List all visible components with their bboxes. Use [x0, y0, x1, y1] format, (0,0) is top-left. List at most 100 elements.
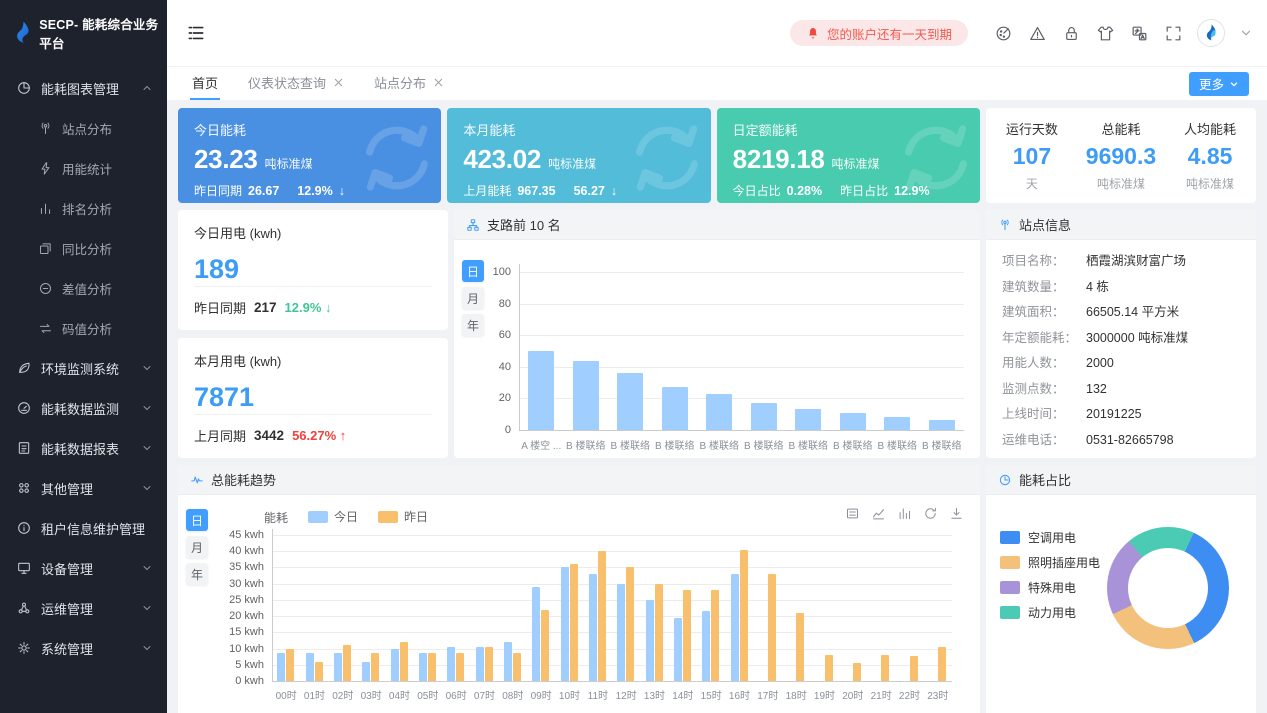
summary-item-unit: 天: [1006, 175, 1058, 192]
site-info-value: 132: [1086, 383, 1107, 396]
bar-昨日: [881, 655, 889, 681]
pie-legend-item-特殊用电[interactable]: 特殊用电: [1000, 575, 1100, 600]
y-axis-tick: 15 kwh: [212, 626, 264, 638]
kpi-card-value: 8219.18: [733, 144, 825, 175]
sidebar-subitem[interactable]: 同比分析: [0, 228, 167, 268]
account-expiry-alert[interactable]: 您的账户还有一天到期: [790, 20, 968, 46]
user-dropdown-chevron-icon[interactable]: [1239, 26, 1253, 40]
avatar[interactable]: [1197, 19, 1225, 47]
refresh-icon[interactable]: [923, 506, 938, 521]
y-axis-tick: 10 kwh: [212, 643, 264, 655]
period-toggle-日[interactable]: 日: [186, 509, 208, 531]
menu-collapse-icon[interactable]: [186, 23, 206, 43]
chevron-up-icon: [141, 82, 153, 94]
trend-period-toggles: 日月年: [186, 509, 208, 585]
topbar: 您的账户还有一天到期: [167, 0, 1267, 66]
sidebar-subitem-label: 站点分布: [62, 119, 112, 138]
legend-item-昨日[interactable]: 昨日: [378, 508, 428, 525]
sidebar-item[interactable]: 其他管理: [0, 468, 167, 508]
kpi-footer-value: 26.67: [248, 184, 279, 198]
bar: [840, 413, 866, 430]
bar-昨日: [400, 642, 408, 681]
kpi-footer-label: 今日占比: [733, 182, 781, 199]
legend-swatch: [1000, 556, 1020, 569]
sidebar-item[interactable]: 环境监测系统: [0, 348, 167, 388]
sidebar-item[interactable]: 设备管理: [0, 548, 167, 588]
sidebar-subitem[interactable]: 站点分布: [0, 108, 167, 148]
bar: [929, 420, 955, 430]
close-tab-icon[interactable]: [333, 77, 344, 88]
download-icon[interactable]: [949, 506, 964, 521]
chevron-down-icon: [141, 482, 153, 494]
branch-panel-title: 支路前 10 名: [487, 215, 561, 234]
branch-panel-header: 支路前 10 名: [454, 210, 980, 240]
sidebar-subitem[interactable]: 码值分析: [0, 308, 167, 348]
app-root: SECP- 能耗综合业务平台 能耗图表管理站点分布用能统计排名分析同比分析差值分…: [0, 0, 1267, 713]
usage-card-footer: 上月同期344256.27% ↑: [194, 415, 432, 445]
tab-label: 站点分布: [374, 73, 426, 92]
sidebar-item[interactable]: 能耗图表管理: [0, 68, 167, 108]
site-info-label: 上线时间：: [1002, 408, 1086, 421]
summary-item-unit: 吨标准煤: [1086, 175, 1156, 192]
summary-item-value: 107: [1006, 143, 1058, 170]
branch-top10-panel: 支路前 10 名 日月年 020406080100A 楼空 ...B 楼联络B …: [454, 210, 980, 458]
period-toggle-日[interactable]: 日: [462, 260, 484, 282]
pie-legend-item-照明插座用电[interactable]: 照明插座用电: [1000, 550, 1100, 575]
site-panel-title: 站点信息: [1019, 215, 1071, 234]
sidebar-item[interactable]: 运维管理: [0, 588, 167, 628]
linechart-icon[interactable]: [871, 506, 886, 521]
legend-label: 今日: [334, 508, 358, 525]
tab-仪表状态查询[interactable]: 仪表状态查询: [246, 67, 346, 100]
x-axis-tick: 18时: [782, 687, 810, 702]
pie-chart-icon: [16, 80, 32, 96]
bar-今日: [391, 649, 399, 681]
period-toggle-月[interactable]: 月: [462, 287, 484, 309]
lock-icon[interactable]: [1062, 24, 1081, 43]
sidebar-subitem[interactable]: 差值分析: [0, 268, 167, 308]
swap-icon: [38, 321, 53, 336]
tab-首页[interactable]: 首页: [190, 67, 220, 100]
usage-compare-value: 217: [254, 300, 277, 315]
sidebar-subitem[interactable]: 排名分析: [0, 188, 167, 228]
x-axis-tick: B 楼联络: [564, 437, 609, 452]
ops-icon: [16, 600, 32, 616]
kpi-card-value: 423.02: [463, 144, 541, 175]
energy-trend-panel: 总能耗趋势 日月年 能耗 今日昨日 0 kwh5 kwh10 kwh15 kwh…: [178, 465, 980, 713]
site-info-row: 运维电话：0531-82665798: [1002, 434, 1240, 447]
bar-昨日: [485, 647, 493, 681]
bar-昨日: [456, 653, 464, 681]
period-toggle-月[interactable]: 月: [186, 536, 208, 558]
sidebar-item[interactable]: 租户信息维护管理: [0, 508, 167, 548]
gridline: [272, 600, 952, 601]
barchart-icon[interactable]: [897, 506, 912, 521]
fullscreen-icon[interactable]: [1164, 24, 1183, 43]
close-tab-icon[interactable]: [433, 77, 444, 88]
translate-icon[interactable]: [1130, 24, 1149, 43]
site-info-label: 运维电话：: [1002, 434, 1086, 447]
legend-item-今日[interactable]: 今日: [308, 508, 358, 525]
period-toggle-年[interactable]: 年: [186, 563, 208, 585]
sidebar-item[interactable]: 能耗数据报表: [0, 428, 167, 468]
sidebar-item[interactable]: 系统管理: [0, 628, 167, 668]
sidebar-item[interactable]: 能耗数据监测: [0, 388, 167, 428]
tabs: 首页仪表状态查询 站点分布: [190, 67, 1189, 100]
palette-icon[interactable]: [994, 24, 1013, 43]
site-info-label: 项目名称：: [1002, 255, 1086, 268]
site-info-label: 建筑数量：: [1002, 281, 1086, 294]
tab-站点分布[interactable]: 站点分布: [372, 67, 446, 100]
theme-icon[interactable]: [1096, 24, 1115, 43]
pie-legend-item-空调用电[interactable]: 空调用电: [1000, 525, 1100, 550]
pie-legend-item-动力用电[interactable]: 动力用电: [1000, 600, 1100, 625]
x-axis-tick: B 楼联络: [653, 437, 698, 452]
period-toggle-年[interactable]: 年: [462, 314, 484, 336]
bar-今日: [362, 662, 370, 681]
kpi-card-unit: 吨标准煤: [832, 155, 880, 172]
trend-legend: 今日 昨日: [308, 508, 428, 525]
summary-item-value: 9690.3: [1086, 143, 1156, 170]
dataview-icon[interactable]: [845, 506, 860, 521]
bar-昨日: [740, 550, 748, 681]
avatar-flame-icon: [1201, 23, 1221, 43]
more-button[interactable]: 更多: [1189, 72, 1249, 96]
sidebar-subitem[interactable]: 用能统计: [0, 148, 167, 188]
warning-icon[interactable]: [1028, 24, 1047, 43]
